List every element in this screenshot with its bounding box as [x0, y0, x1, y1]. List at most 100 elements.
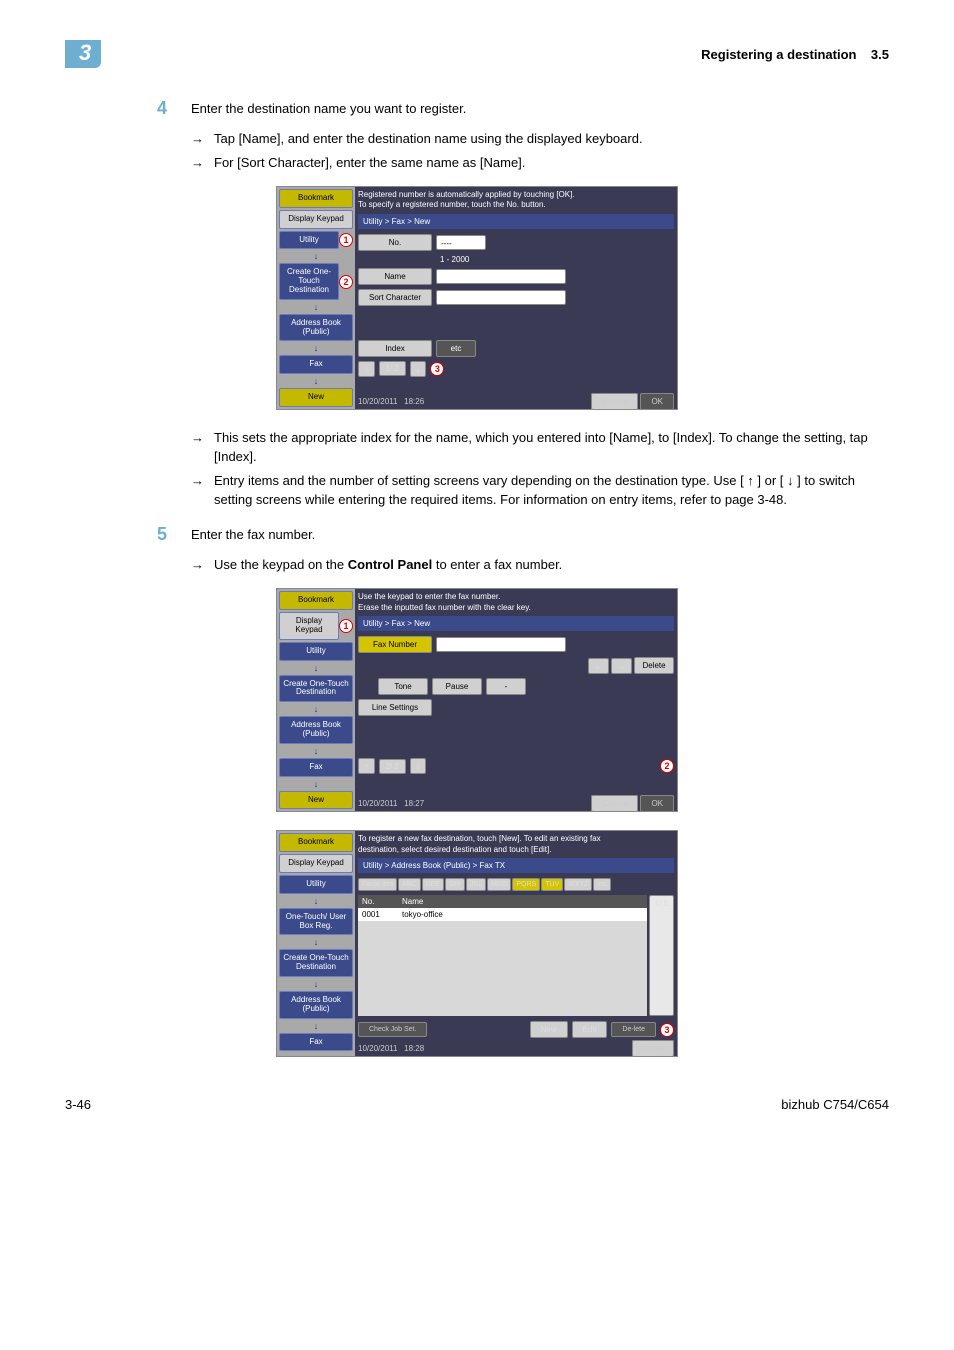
- pager: 1/ 1: [649, 895, 674, 1016]
- arrow-icon: →: [191, 129, 204, 149]
- sidebar-item[interactable]: Display Keypad: [279, 854, 353, 873]
- ok-button[interactable]: OK: [640, 795, 674, 812]
- name-button[interactable]: Name: [358, 268, 432, 285]
- down-arrow-button[interactable]: ↓: [410, 758, 427, 774]
- no-range: 1 - 2000: [440, 255, 469, 264]
- down-arrow-icon: ↓: [279, 1021, 353, 1031]
- tone-button[interactable]: Tone: [378, 678, 428, 695]
- down-arrow-icon: ↓: [279, 979, 353, 989]
- sidebar-item[interactable]: Display Keypad: [279, 210, 353, 229]
- tab-favorites[interactable]: Favor-ites: [358, 878, 397, 891]
- faxnumber-field[interactable]: [436, 637, 566, 652]
- sidebar-item[interactable]: Address Book (Public): [279, 991, 353, 1019]
- down-arrow-icon: ↓: [279, 343, 353, 353]
- sidebar-item[interactable]: Utility: [279, 231, 339, 250]
- sidebar-item[interactable]: Create One-Touch Destination: [279, 675, 353, 703]
- callout-3: 3: [430, 362, 444, 376]
- sidebar-item[interactable]: Fax: [279, 1033, 353, 1052]
- no-field[interactable]: ----: [436, 235, 486, 250]
- check-button[interactable]: Check Job Set.: [358, 1022, 427, 1037]
- table-row[interactable]: 0001tokyo-office: [358, 908, 647, 921]
- up-arrow-button[interactable]: ↑: [358, 361, 375, 377]
- step-number: 4: [147, 98, 167, 119]
- sidebar-item[interactable]: Create One-Touch Destination: [279, 949, 353, 977]
- sidebar-item[interactable]: Utility: [279, 642, 353, 661]
- sidebar-item[interactable]: Display Keypad: [279, 612, 339, 640]
- model-name: bizhub C754/C654: [781, 1097, 889, 1112]
- tab-wxyz[interactable]: WXYZ: [564, 878, 592, 891]
- name-field[interactable]: [436, 269, 566, 284]
- down-arrow-button[interactable]: ↓: [410, 361, 427, 377]
- arrow-icon: →: [191, 153, 204, 173]
- sidebar-item[interactable]: Bookmark: [279, 833, 353, 852]
- down-arrow-icon: ↓: [279, 746, 353, 756]
- step-number: 5: [147, 524, 167, 545]
- tab-ghi[interactable]: GHI: [445, 878, 465, 891]
- line-settings-button[interactable]: Line Settings: [358, 699, 432, 716]
- page-indicator: 1/ 2: [379, 361, 406, 376]
- sidebar-item[interactable]: Utility: [279, 875, 353, 894]
- cancel-button[interactable]: Cancel: [591, 393, 638, 410]
- step-text: Enter the fax number.: [191, 524, 889, 545]
- faxnumber-button[interactable]: Fax Number: [358, 636, 432, 653]
- sidebar-item[interactable]: Address Book (Public): [279, 314, 353, 342]
- substep: Tap [Name], and enter the destination na…: [214, 129, 643, 149]
- left-arrow-button[interactable]: ←: [588, 658, 609, 674]
- close-button[interactable]: Close: [632, 1040, 674, 1057]
- delete-button[interactable]: Delete: [634, 657, 674, 674]
- col-no: No.: [362, 897, 402, 906]
- sidebar-item[interactable]: Address Book (Public): [279, 716, 353, 744]
- screenshot-panel: Bookmark Display Keypad1 Utility ↓ Creat…: [276, 588, 678, 812]
- breadcrumb: Utility > Address Book (Public) > Fax TX: [358, 858, 674, 873]
- breadcrumb: Utility > Fax > New: [358, 214, 674, 229]
- step-text: Enter the destination name you want to r…: [191, 98, 889, 119]
- tab-etc[interactable]: etc: [593, 878, 610, 891]
- instruction-text: To register a new fax destination, touch…: [358, 834, 674, 855]
- sidebar-item[interactable]: New: [279, 791, 353, 810]
- callout-2: 2: [660, 759, 674, 773]
- section-badge: 3: [65, 40, 101, 68]
- callout-1: 1: [339, 233, 353, 247]
- arrow-icon: →: [191, 471, 204, 510]
- sidebar-item[interactable]: New: [279, 388, 353, 407]
- etc-button[interactable]: etc: [436, 340, 476, 357]
- edit-button[interactable]: Edit: [572, 1021, 608, 1038]
- pause-button[interactable]: Pause: [432, 678, 482, 695]
- screenshot-panel: Bookmark Display Keypad Utility1 ↓ Creat…: [276, 186, 678, 410]
- new-button[interactable]: New: [530, 1021, 568, 1038]
- tab-abc[interactable]: ABC: [398, 878, 420, 891]
- sidebar-item[interactable]: Bookmark: [279, 591, 353, 610]
- no-button[interactable]: No.: [358, 234, 432, 251]
- right-arrow-button[interactable]: →: [611, 658, 632, 674]
- sidebar-item[interactable]: Fax: [279, 758, 353, 777]
- col-name: Name: [402, 897, 423, 906]
- cancel-button[interactable]: Cancel: [591, 795, 638, 812]
- tab-tuv[interactable]: TUV: [541, 878, 563, 891]
- page-number: 3-46: [65, 1097, 91, 1112]
- sidebar-item[interactable]: Fax: [279, 355, 353, 374]
- arrow-icon: →: [191, 555, 204, 575]
- up-arrow-button[interactable]: ↑: [358, 758, 375, 774]
- tab-jkl[interactable]: JKL: [466, 878, 486, 891]
- sort-button[interactable]: Sort Character: [358, 289, 432, 306]
- sidebar-item[interactable]: One-Touch/ User Box Reg.: [279, 908, 353, 936]
- tab-def[interactable]: DEF: [422, 878, 444, 891]
- tab-mno[interactable]: MNO: [487, 878, 511, 891]
- delete-button[interactable]: De-lete: [611, 1022, 656, 1037]
- callout-3: 3: [660, 1023, 674, 1037]
- tab-pqrs[interactable]: PQRS: [512, 878, 540, 891]
- screenshot-panel: Bookmark Display Keypad Utility ↓ One-To…: [276, 830, 678, 1057]
- dash-button[interactable]: -: [486, 678, 526, 695]
- index-button[interactable]: Index: [358, 340, 432, 357]
- sidebar-item-bookmark[interactable]: Bookmark: [279, 189, 353, 208]
- substep: This sets the appropriate index for the …: [214, 428, 889, 467]
- ok-button[interactable]: OK: [640, 393, 674, 410]
- down-arrow-icon: ↓: [279, 937, 353, 947]
- breadcrumb: Utility > Fax > New: [358, 616, 674, 631]
- callout-2: 2: [339, 275, 353, 289]
- sidebar-item[interactable]: Create One-Touch Destination: [279, 263, 339, 299]
- down-arrow-icon: ↓: [279, 896, 353, 906]
- sort-field[interactable]: [436, 290, 566, 305]
- arrow-icon: →: [191, 428, 204, 467]
- down-arrow-icon: ↓: [279, 302, 353, 312]
